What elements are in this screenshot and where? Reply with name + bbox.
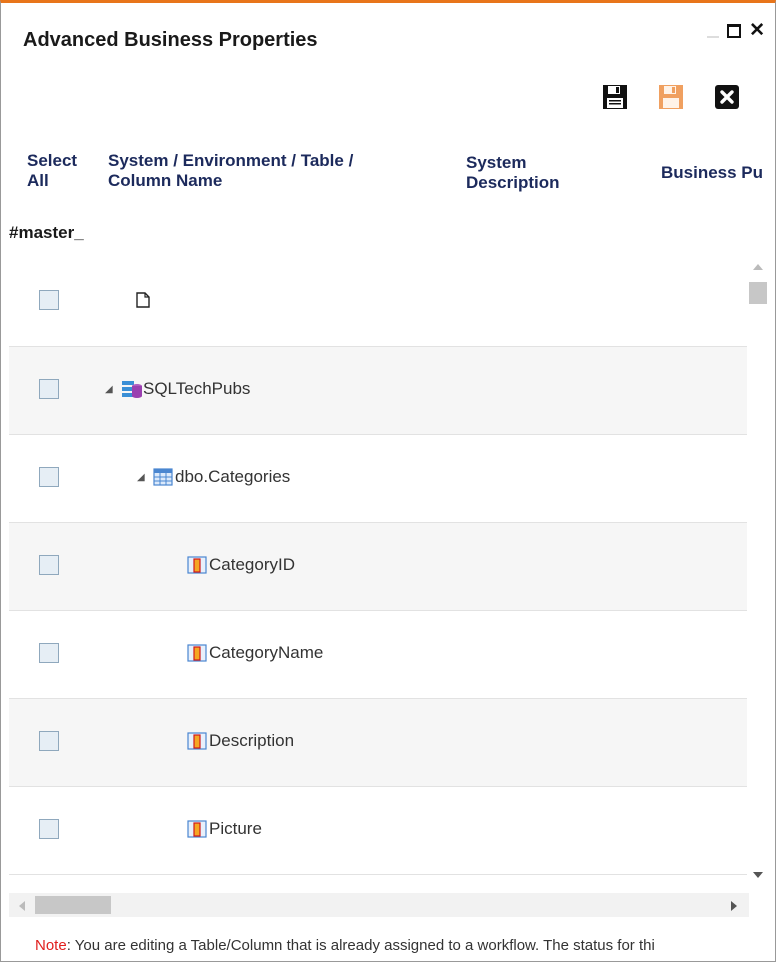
filter-label: #master_ (9, 223, 84, 242)
row-checkbox[interactable] (39, 731, 59, 751)
vertical-scrollbar[interactable] (747, 258, 769, 882)
table-row: ◢ dbo.Categories (9, 435, 749, 523)
select-all-line2: All (27, 171, 49, 190)
scroll-right-icon[interactable] (731, 901, 737, 911)
column-icon (187, 555, 207, 575)
document-icon (133, 290, 153, 310)
tree-grid: ◢ SQLTechPubs ◢ dbo.Categories CategoryI… (9, 258, 749, 882)
table-icon (153, 467, 173, 487)
row-checkbox[interactable] (39, 643, 59, 663)
tree-node-label: Description (209, 731, 295, 750)
expand-arrow-icon[interactable]: ◢ (105, 384, 121, 395)
scroll-up-icon[interactable] (753, 264, 763, 270)
advanced-business-properties-dialog: Advanced Business Properties ✕ Select Al… (0, 0, 776, 962)
tree-node-sqltechpubs[interactable]: ◢ SQLTechPubs (105, 379, 250, 399)
row-checkbox[interactable] (39, 555, 59, 575)
save-disabled-icon[interactable] (657, 83, 685, 111)
row-checkbox[interactable] (39, 819, 59, 839)
close-square-icon[interactable] (713, 83, 741, 111)
table-row (9, 258, 749, 347)
tree-node-dbo-categories[interactable]: ◢ dbo.Categories (137, 467, 290, 487)
horizontal-scrollbar[interactable] (9, 893, 749, 917)
system-description-header[interactable]: System Description (466, 153, 560, 193)
minimize-icon[interactable] (707, 36, 720, 38)
select-all-header[interactable]: Select All (27, 151, 77, 191)
tree-node-label: SQLTechPubs (143, 379, 251, 398)
row-checkbox[interactable] (39, 467, 59, 487)
row-checkbox[interactable] (39, 379, 59, 399)
column-icon (187, 731, 207, 751)
database-icon (121, 379, 142, 399)
maximize-icon[interactable] (727, 24, 742, 38)
table-row: CategoryID (9, 523, 749, 611)
business-purpose-header[interactable]: Business Pu (661, 163, 763, 183)
column-icon (187, 643, 207, 663)
tree-node-categoryname[interactable]: CategoryName (187, 643, 323, 663)
sysdesc-header-line2: Description (466, 173, 560, 192)
note-label: Note (35, 937, 67, 954)
tree-node-categoryid[interactable]: CategoryID (187, 555, 295, 575)
close-icon[interactable]: ✕ (749, 21, 765, 40)
tree-node-label: Picture (209, 819, 262, 838)
save-icon[interactable] (601, 83, 629, 111)
workflow-note: Note: You are editing a Table/Column tha… (35, 937, 770, 954)
tree-node-label: dbo.Categories (175, 467, 291, 486)
row-checkbox[interactable] (39, 290, 59, 310)
name-header-line1: System / Environment / Table / (108, 151, 354, 170)
name-column-header[interactable]: System / Environment / Table / Column Na… (108, 151, 353, 191)
column-icon (187, 819, 207, 839)
horizontal-scroll-thumb[interactable] (35, 896, 111, 914)
tree-node[interactable] (133, 290, 155, 310)
window-controls: ✕ (707, 21, 765, 40)
select-all-line1: Select (27, 151, 78, 170)
vertical-scroll-thumb[interactable] (749, 282, 767, 304)
table-row: Description (9, 699, 749, 787)
scroll-down-icon[interactable] (753, 872, 763, 878)
tree-node-label: CategoryName (209, 643, 324, 662)
tree-node-picture[interactable]: Picture (187, 819, 262, 839)
dialog-title: Advanced Business Properties (23, 29, 318, 51)
toolbar (601, 83, 741, 111)
expand-arrow-icon[interactable]: ◢ (137, 472, 153, 483)
sysdesc-header-line1: System (466, 153, 527, 172)
scroll-left-icon[interactable] (19, 901, 25, 911)
tree-node-label: CategoryID (209, 555, 295, 574)
tree-node-description[interactable]: Description (187, 731, 294, 751)
note-text: : You are editing a Table/Column that is… (66, 937, 655, 954)
table-row: CategoryName (9, 611, 749, 699)
name-header-line2: Column Name (108, 171, 223, 190)
table-row: Picture (9, 787, 749, 875)
table-row: ◢ SQLTechPubs (9, 347, 749, 435)
